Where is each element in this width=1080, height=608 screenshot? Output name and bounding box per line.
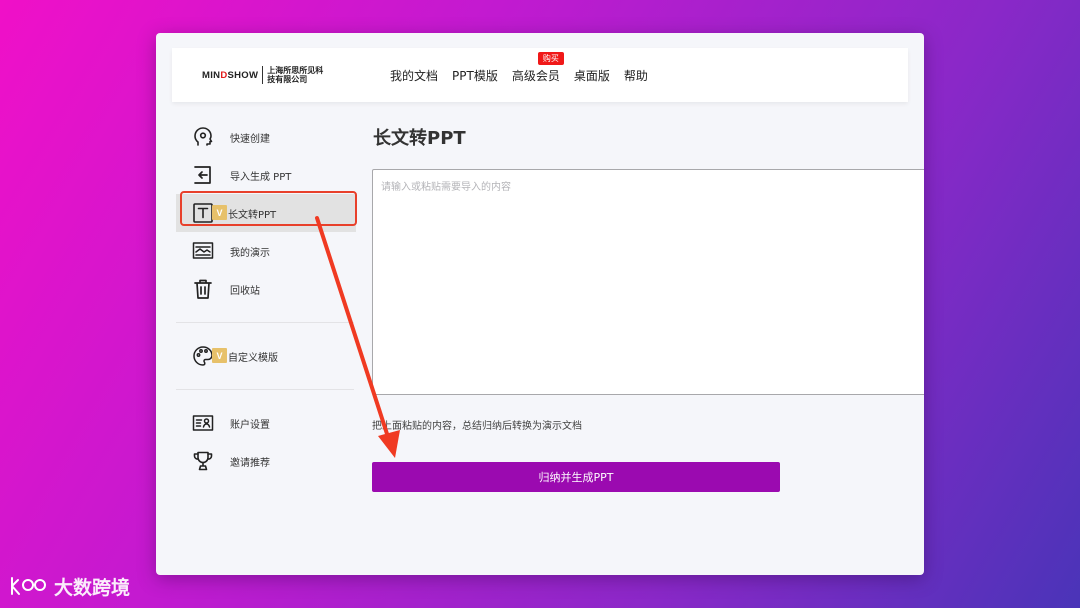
- main-nav: 我的文档 PPT模版 高级会员 购买 桌面版 帮助: [390, 48, 662, 102]
- sidebar-item-label: 自定义模版: [228, 352, 278, 364]
- hint-text: 把上面粘贴的内容，总结归纳后转换为演示文档: [372, 421, 582, 432]
- nav-help[interactable]: 帮助: [624, 67, 648, 84]
- sidebar-item-label: 我的演示: [230, 247, 270, 259]
- nav-ppt-templates[interactable]: PPT模版: [452, 67, 498, 84]
- sidebar-item-label: 回收站: [230, 285, 260, 297]
- logo-wordmark: MINDSHOW: [202, 69, 259, 81]
- brain-head-icon: [192, 126, 214, 148]
- sidebar-item-quick-create[interactable]: 快速创建: [176, 118, 356, 156]
- sidebar-item-label: 账户设置: [230, 419, 270, 431]
- sidebar-item-long-text-to-ppt[interactable]: V 长文转PPT: [176, 194, 356, 232]
- page-title: 长文转PPT: [373, 128, 466, 149]
- watermark: 大数跨境: [8, 572, 130, 600]
- account-card-icon: [192, 412, 214, 434]
- sidebar-item-custom-template[interactable]: V 自定义模版: [176, 337, 356, 375]
- trophy-icon: [192, 450, 214, 472]
- watermark-text: 大数跨境: [54, 576, 131, 599]
- sidebar-item-recycle-bin[interactable]: 回收站: [176, 270, 356, 308]
- import-icon: [192, 164, 214, 186]
- sidebar-item-account-settings[interactable]: 账户设置: [176, 404, 356, 442]
- presentation-icon: [192, 240, 214, 262]
- sidebar-item-label: 快速创建: [230, 133, 270, 145]
- top-navbar: MINDSHOW 上海所思所见科技有限公司 我的文档 PPT模版 高级会员 购买…: [172, 48, 908, 102]
- sidebar-divider: [176, 322, 354, 323]
- vip-badge: V: [212, 348, 227, 363]
- sidebar-item-label: 邀请推荐: [230, 457, 270, 469]
- nav-desktop-version[interactable]: 桌面版: [574, 67, 610, 84]
- watermark-logo-icon: [11, 577, 46, 595]
- nav-premium-label: 高级会员: [511, 68, 560, 83]
- sidebar-divider: [176, 389, 354, 390]
- trash-icon: [192, 278, 214, 300]
- summarize-generate-ppt-button[interactable]: 归纳并生成PPT: [372, 462, 780, 492]
- palette-icon: [192, 345, 214, 367]
- nav-my-documents[interactable]: 我的文档: [390, 67, 438, 84]
- text-t-icon: [192, 202, 214, 224]
- sidebar-item-label: 导入生成 PPT: [230, 171, 292, 183]
- sidebar-item-invite[interactable]: 邀请推荐: [176, 442, 356, 480]
- nav-premium-member[interactable]: 高级会员 购买: [511, 51, 564, 84]
- logo[interactable]: MINDSHOW 上海所思所见科技有限公司: [202, 62, 323, 88]
- logo-separator: [262, 66, 264, 84]
- sidebar-item-my-presentations[interactable]: 我的演示: [176, 232, 356, 270]
- logo-company: 上海所思所见科技有限公司: [267, 66, 324, 84]
- sidebar: 快速创建 导入生成 PPT V 长文转PPT 我的演示 回收站 V 自定义模版 …: [176, 118, 356, 480]
- sidebar-item-import-ppt[interactable]: 导入生成 PPT: [176, 156, 356, 194]
- sidebar-item-label: 长文转PPT: [228, 209, 277, 221]
- content-textarea[interactable]: [372, 169, 924, 395]
- buy-badge[interactable]: 购买: [537, 51, 564, 65]
- app-window: MINDSHOW 上海所思所见科技有限公司 我的文档 PPT模版 高级会员 购买…: [156, 33, 924, 575]
- vip-badge: V: [212, 205, 227, 220]
